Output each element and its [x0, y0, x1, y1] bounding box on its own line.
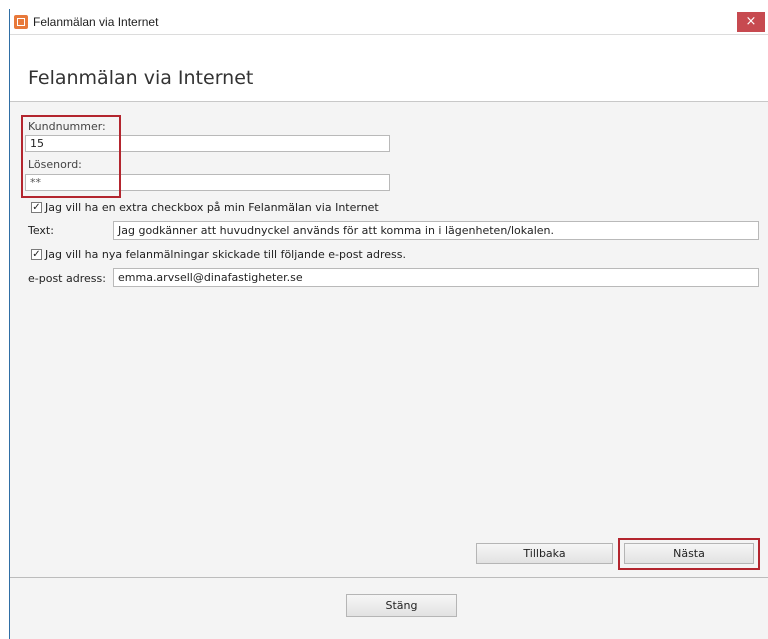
email-label: e-post adress:	[28, 272, 106, 285]
title-bar[interactable]: Felanmälan via Internet ×	[10, 10, 768, 35]
header-panel: Felanmälan via Internet	[10, 35, 768, 102]
app-form-icon	[14, 15, 28, 29]
close-window-button[interactable]: ×	[737, 12, 765, 32]
dialog-window: Felanmälan via Internet × Felanmälan via…	[10, 10, 768, 639]
email-checkbox-label: Jag vill ha nya felanmälningar skickade …	[45, 248, 406, 261]
page-title: Felanmälan via Internet	[28, 67, 254, 89]
email-checkbox[interactable]: ✓	[31, 249, 42, 260]
close-dialog-button[interactable]: Stäng	[346, 594, 457, 617]
footer-panel: Stäng	[10, 578, 768, 639]
credentials-highlight	[21, 115, 121, 198]
text-label: Text:	[28, 224, 54, 237]
text-input[interactable]: Jag godkänner att huvudnyckel används fö…	[113, 221, 759, 240]
window-title: Felanmälan via Internet	[33, 15, 159, 29]
email-input[interactable]: emma.arvsell@dinafastigheter.se	[113, 268, 759, 287]
next-button-highlight	[618, 538, 760, 570]
back-button[interactable]: Tillbaka	[476, 543, 613, 564]
extra-checkbox[interactable]: ✓	[31, 202, 42, 213]
extra-checkbox-label: Jag vill ha en extra checkbox på min Fel…	[45, 201, 379, 214]
